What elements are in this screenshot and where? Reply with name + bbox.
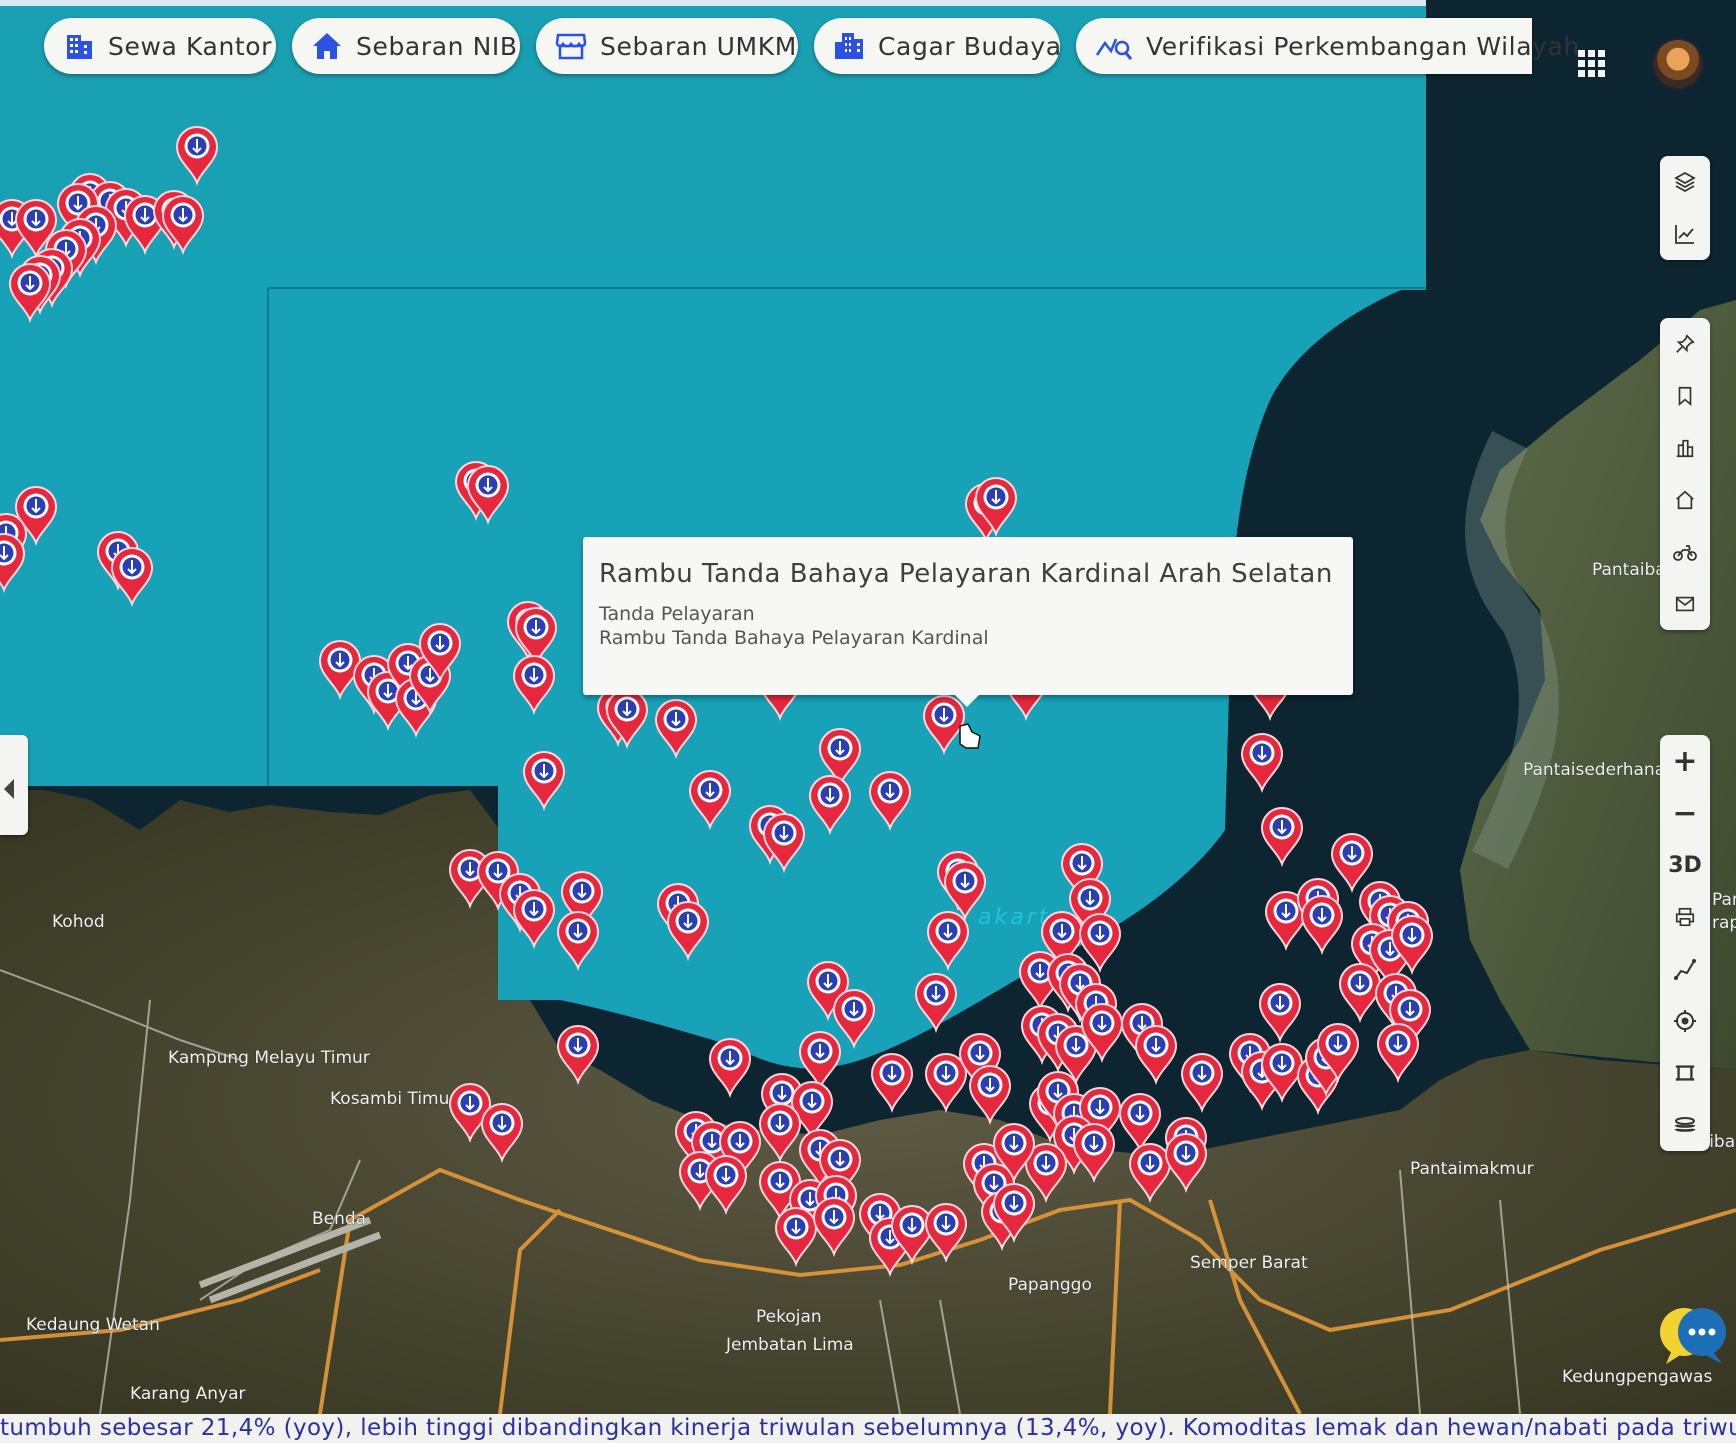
mail-icon[interactable] (1660, 578, 1710, 630)
zoom-out-button[interactable]: − (1660, 787, 1710, 839)
office-building-icon (62, 29, 96, 63)
chat-dots-icon (1688, 1328, 1716, 1336)
tab-verifikasi-label: Verifikasi Perkembangan Wilayah (1146, 31, 1580, 61)
sea-overlay-top-white (0, 0, 1426, 6)
feature-popup[interactable]: Rambu Tanda Bahaya Pelayaran Kardinal Ar… (583, 537, 1353, 707)
chevron-left-icon (4, 779, 14, 799)
heritage-building-icon (832, 29, 866, 63)
tab-sebaran-umkm-label: Sebaran UMKM (600, 31, 797, 61)
basemap-icon[interactable] (1660, 1099, 1710, 1151)
zoom-in-button[interactable]: + (1660, 735, 1710, 787)
side-panel-toggle[interactable] (0, 735, 28, 835)
tab-cagar-budaya-label: Cagar Budaya (878, 31, 1062, 61)
map-label-semper-barat: Semper Barat (1190, 1253, 1308, 1273)
chart-icon[interactable] (1660, 208, 1710, 260)
pin-icon[interactable] (1660, 318, 1710, 370)
motorbike-icon[interactable] (1660, 526, 1710, 578)
print-icon[interactable] (1660, 891, 1710, 943)
tab-sebaran-nib-label: Sebaran NIB (356, 31, 518, 61)
building-icon[interactable] (1660, 422, 1710, 474)
map-label-jembatan-lima: Jembatan Lima (725, 1335, 854, 1355)
storefront-icon (554, 29, 588, 63)
chat-bubble-button[interactable] (1652, 1302, 1732, 1372)
map-label-kedaung-wetan: Kedaung Wetan (26, 1315, 160, 1335)
map-label-pantaimakmur: Pantaimakmur (1410, 1159, 1534, 1179)
layers-icon[interactable] (1660, 156, 1710, 208)
news-ticker: tumbuh sebesar 21,4% (yoy), lebih tinggi… (0, 1414, 1736, 1443)
tab-cagar-budaya[interactable]: Cagar Budaya (814, 18, 1062, 74)
tab-sebaran-umkm[interactable]: Sebaran UMKM (536, 18, 798, 74)
crop-icon[interactable] (1660, 1047, 1710, 1099)
toolbar-tools-group (1660, 318, 1710, 630)
map-label-kohod: Kohod (52, 912, 105, 932)
tab-sewa-kantor[interactable]: Sewa Kantor (44, 18, 276, 74)
map-label-par: Par (1712, 890, 1736, 910)
map-label-papanggo: Papanggo (1008, 1275, 1092, 1295)
toolbar-layers-group (1660, 156, 1710, 260)
home-icon (310, 29, 344, 63)
apps-grid-icon[interactable] (1578, 50, 1606, 78)
user-avatar[interactable] (1654, 40, 1702, 88)
view-3d-button[interactable]: 3D (1660, 839, 1710, 891)
tab-sewa-kantor-label: Sewa Kantor (108, 31, 273, 61)
map-label-kosambi-timur: Kosambi Timur (330, 1089, 456, 1109)
popup-title: Rambu Tanda Bahaya Pelayaran Kardinal Ar… (599, 559, 1333, 589)
locate-icon[interactable] (1660, 995, 1710, 1047)
map-label-pantaiba: Pantaiba (1592, 560, 1666, 580)
tab-verifikasi-perkembangan-wilayah[interactable]: Verifikasi Perkembangan Wilayah (1076, 18, 1579, 74)
bookmark-icon[interactable] (1660, 370, 1710, 422)
map-label-karang-anyar: Karang Anyar (130, 1384, 246, 1404)
tab-sebaran-nib[interactable]: Sebaran NIB (292, 18, 520, 74)
house-icon[interactable] (1660, 474, 1710, 526)
map-label-pantaisederhana: Pantaisederhana (1523, 760, 1665, 780)
map-canvas[interactable]: Kohod Kampung Melayu Timur Kosambi Timur… (0, 0, 1736, 1443)
map-label-rap: rap (1712, 913, 1736, 933)
popup-description: Rambu Tanda Bahaya Pelayaran Kardinal (599, 627, 989, 649)
map-label-pekojan: Pekojan (756, 1307, 822, 1327)
popup-category: Tanda Pelayaran (599, 603, 755, 625)
map-label-benda: Benda (312, 1209, 366, 1229)
news-ticker-text: tumbuh sebesar 21,4% (yoy), lebih tinggi… (0, 1415, 1736, 1441)
toolbar-map-controls: + − 3D (1660, 735, 1710, 1151)
map-label-kampung-melayu-timur: Kampung Melayu Timur (168, 1048, 370, 1068)
route-icon[interactable] (1660, 943, 1710, 995)
analytics-search-icon (1094, 29, 1134, 63)
